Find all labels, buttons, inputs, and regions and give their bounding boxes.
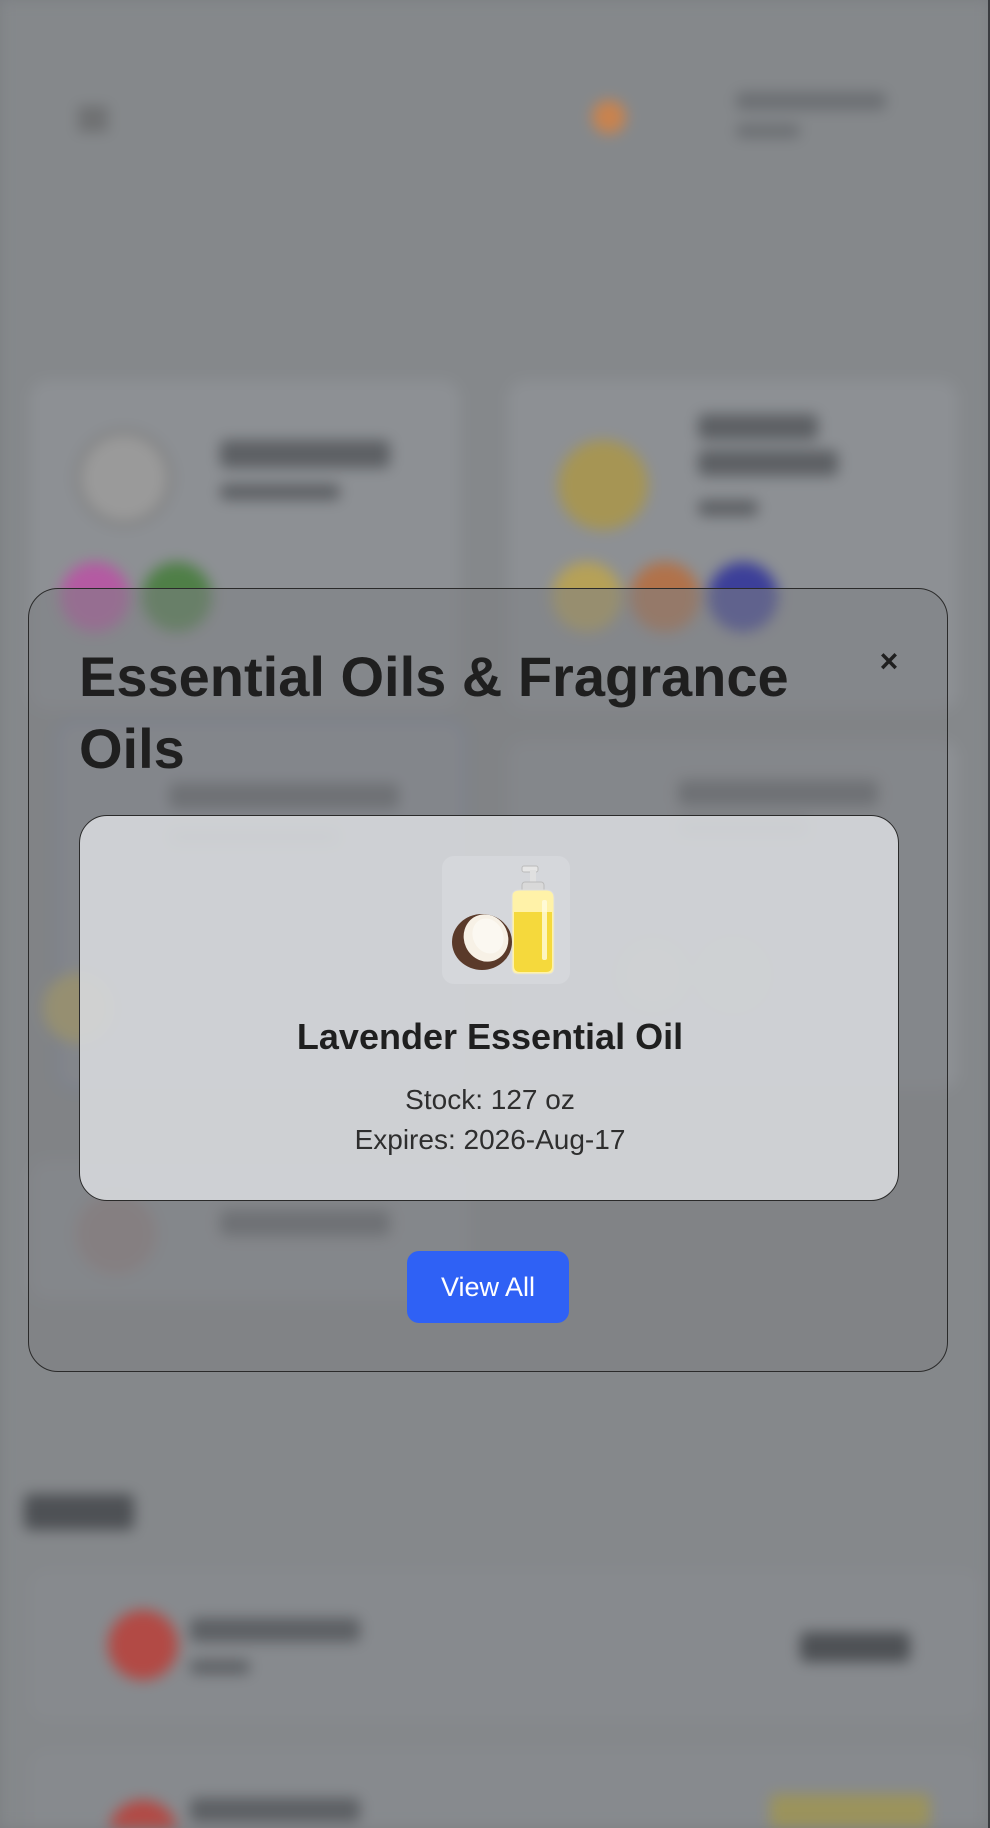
alert-row	[30, 1570, 980, 1720]
view-all-button[interactable]: View All	[407, 1251, 569, 1323]
category-modal: Essential Oils & Fragrance Oils × Lavend…	[28, 588, 948, 1372]
modal-title: Essential Oils & Fragrance Oils	[79, 645, 789, 780]
user-name-placeholder	[736, 92, 886, 110]
alerts-heading-blurred	[24, 1494, 134, 1530]
item-name: Lavender Essential Oil	[296, 1016, 684, 1057]
item-expiration: Expires: 2026-Aug-17	[354, 1124, 626, 1155]
close-button[interactable]: ×	[869, 641, 909, 681]
coconut-oil-bottle-icon	[442, 856, 570, 984]
user-role-placeholder	[736, 124, 800, 138]
item-card[interactable]: Lavender Essential Oil Stock: 127 oz Exp…	[79, 815, 899, 1201]
item-stock: Stock: 127 oz	[405, 1084, 575, 1115]
notification-icon	[592, 100, 626, 134]
alert-row	[30, 1750, 980, 1828]
menu-icon	[78, 108, 108, 130]
